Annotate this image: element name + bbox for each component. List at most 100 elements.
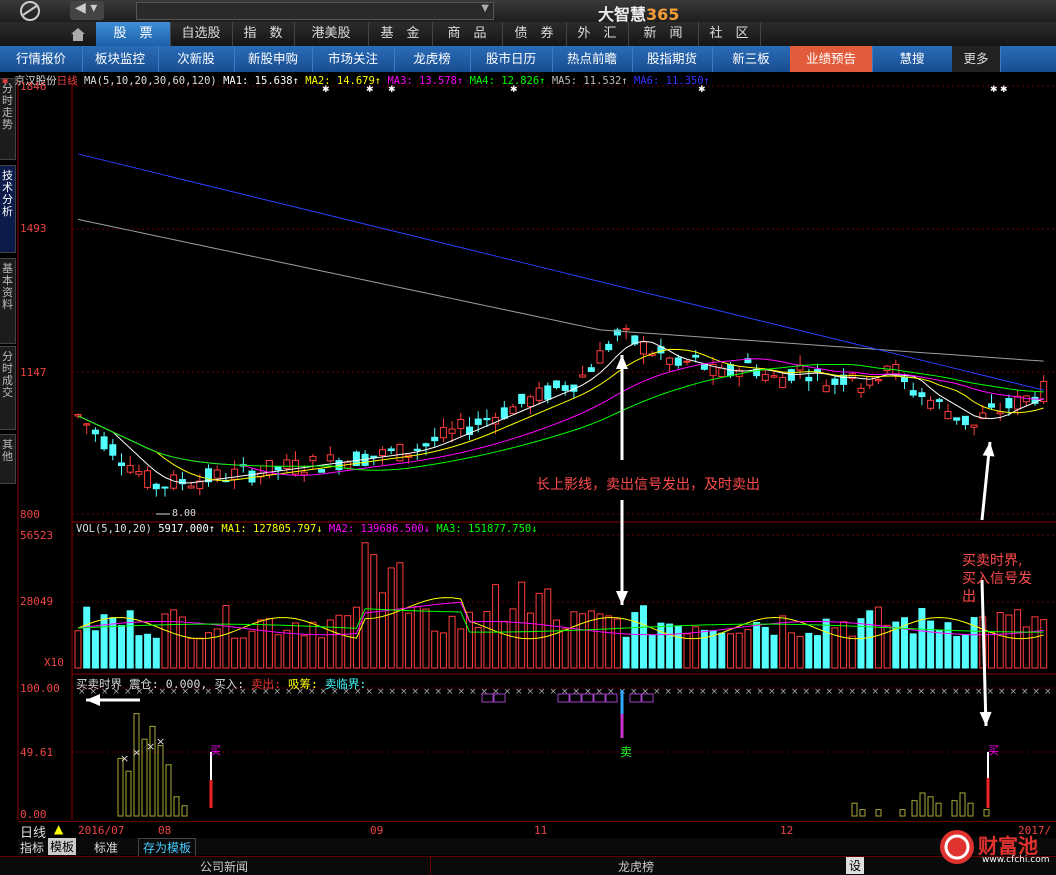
volume-bar [797,636,803,668]
chart-area[interactable]: ××××××××××××××××××××××××××××××××××××××××… [0,72,1056,856]
volume-bar [701,630,707,668]
volume-bar [493,585,499,668]
ind-tick-0: 0.00 [20,808,70,821]
volume-bar [397,563,403,668]
volume-bar [284,630,290,668]
indicator-bar [900,810,905,816]
sub-tab-11[interactable]: 慧搜 [872,46,953,72]
candle-body [380,450,386,456]
close-icon[interactable]: ✱ [2,75,8,87]
indicator-buy: 买入: [214,677,244,691]
sub-tab-0[interactable]: 行情报价 [0,46,83,72]
vol-ma1: MA1: 127805.797↓ [221,523,322,535]
nav-tab-8[interactable]: 新 闻 [628,22,699,46]
sub-tab-7[interactable]: 热点前瞻 [552,46,633,72]
candle-body [693,355,699,357]
x-mark: × [573,687,581,697]
volume-bar [945,623,951,668]
x-mark: × [389,687,397,697]
sub-tab-9[interactable]: 新三板 [712,46,791,72]
sub-tab-5[interactable]: 龙虎榜 [394,46,471,72]
indicator-tab[interactable]: 指标 [20,839,44,856]
x-mark: × [952,687,960,697]
x-mark: × [527,687,535,697]
nav-tab-3[interactable]: 港美股 [294,22,369,46]
candle-body [458,420,464,429]
candle-body [501,408,507,418]
star-marker: ✱ [1000,85,1008,95]
back-button[interactable]: ◀ ▾ [70,1,104,20]
status-divider [430,857,431,875]
candle-body [641,342,647,354]
sub-tab-8[interactable]: 股指期货 [632,46,713,72]
volume-bar [527,613,533,668]
sub-tab-4[interactable]: 市场关注 [312,46,395,72]
up-arrow-icon-head [616,355,628,369]
x-mark: × [1010,687,1018,697]
sub-tab-10[interactable]: 业绩预告 [790,46,873,72]
company-news-tab[interactable]: 公司新闻 [200,858,248,875]
candle-body [232,469,238,479]
candle-body [449,429,455,433]
volume-bar [606,616,612,668]
nav-tab-0[interactable]: 股 票 [96,22,171,46]
x-mark: × [596,687,604,697]
candle-body [162,487,168,488]
volume-bar [875,607,881,668]
volume-bar [536,593,542,668]
candle-body [588,368,594,372]
candle-body [667,358,673,364]
star-marker: ✱ [990,85,998,95]
volume-bar [649,635,655,668]
settings-button[interactable]: 设 [846,857,864,874]
sub-tab-3[interactable]: 新股申购 [234,46,313,72]
sub-tab-6[interactable]: 股市日历 [470,46,553,72]
candle-body [554,381,560,388]
x-mark: × [688,687,696,697]
volume-bar [414,607,420,668]
sub-tab-2[interactable]: 次新股 [158,46,235,72]
volume-bar [310,622,316,668]
x-mark: × [1033,687,1041,697]
dropdown-icon: ▼ [481,3,489,14]
candle-body [75,415,81,416]
nav-tab-1[interactable]: 自选股 [170,22,233,46]
x-mark: × [676,687,684,697]
buy-signal-mark: 买 [988,742,999,758]
x-mark: × [607,687,615,697]
volume-bar [501,621,507,668]
nav-tab-2[interactable]: 指 数 [232,22,295,46]
indicator-bar [126,771,131,816]
x-mark: × [768,687,776,697]
candle-body [414,449,420,450]
price-tick-800: 800 [20,508,70,521]
template-tab[interactable]: 模板 [48,838,76,855]
volume-bar [910,634,916,668]
volume-bar [928,621,934,668]
candle-body [519,394,525,403]
indicator-bar [876,810,881,816]
home-button[interactable] [68,25,88,43]
nav-tab-4[interactable]: 基 金 [368,22,433,46]
nav-tab-7[interactable]: 外 汇 [566,22,629,46]
candle-body [928,400,934,408]
save-template-button[interactable]: 存为模板 [138,838,196,857]
x-mark: × [584,687,592,697]
dragon-list-tab[interactable]: 龙虎榜 [618,858,654,875]
standard-tab[interactable]: 标准 [94,839,118,856]
nav-tab-5[interactable]: 商 品 [432,22,503,46]
nav-tab-9[interactable]: 社 区 [698,22,761,46]
price-tick-top: 1846 [20,80,70,93]
candle-body [275,467,281,470]
sub-tab-12[interactable]: 更多 [952,46,1001,72]
down-arrow-icon-head [980,712,992,726]
volume-bar [745,630,751,668]
x-mark: × [550,687,558,697]
sub-tab-1[interactable]: 板块监控 [82,46,159,72]
nav-tab-6[interactable]: 债 券 [502,22,567,46]
candle-body [780,378,786,388]
triangle-up-icon[interactable]: ▲ [54,822,63,836]
search-box[interactable]: ▼ [136,2,494,20]
volume-bar [954,637,960,668]
volume-bar [449,616,455,668]
